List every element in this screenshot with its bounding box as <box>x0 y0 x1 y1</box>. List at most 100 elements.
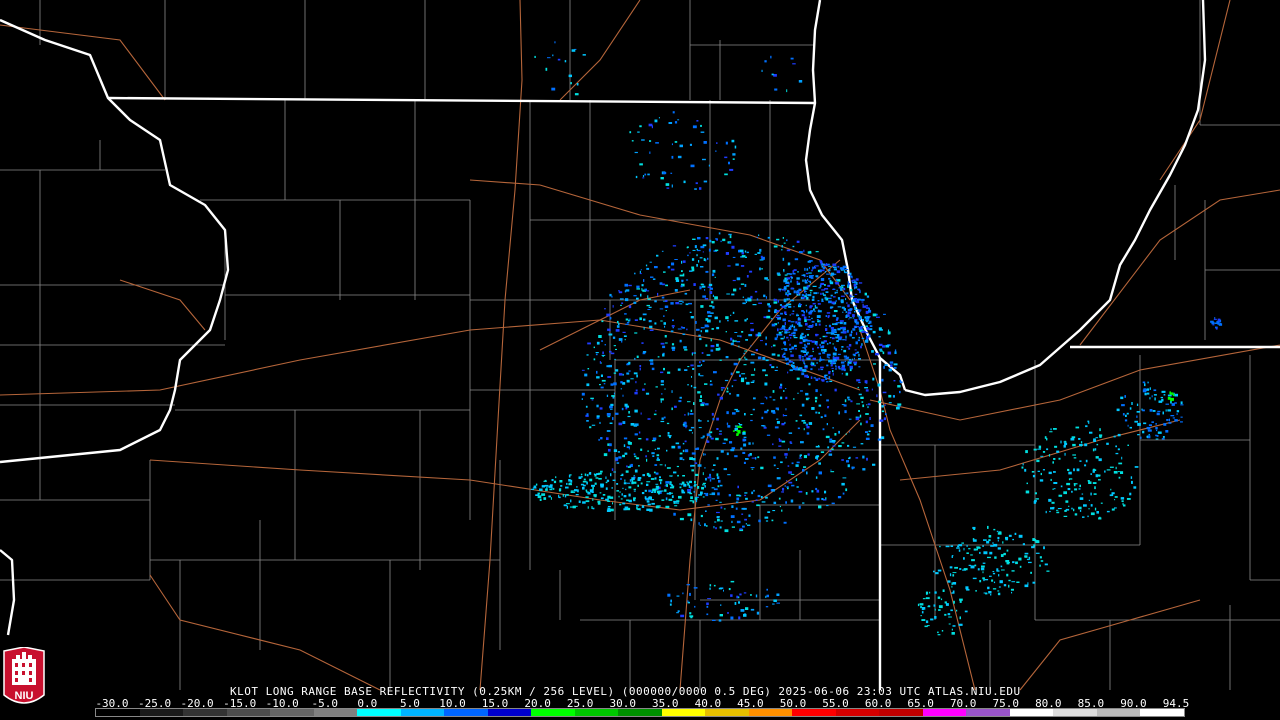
radar-echo <box>825 435 830 439</box>
radar-echo <box>727 319 729 322</box>
radar-echo <box>680 326 683 328</box>
radar-echo <box>732 256 736 258</box>
radar-echo <box>700 395 702 398</box>
scale-color-segment <box>444 709 488 716</box>
radar-echo <box>815 334 819 336</box>
radar-echo <box>855 457 859 459</box>
radar-echo <box>802 502 805 504</box>
radar-echo <box>709 305 713 307</box>
radar-echo <box>991 579 994 582</box>
radar-echo <box>696 120 699 122</box>
radar-echo <box>789 343 791 346</box>
radar-echo <box>692 125 697 129</box>
radar-echo <box>771 346 773 348</box>
radar-echo <box>831 330 836 333</box>
radar-echo <box>878 336 881 338</box>
radar-echo <box>691 432 693 434</box>
radar-echo <box>1087 480 1090 482</box>
radar-echo <box>613 449 618 452</box>
radar-echo <box>622 394 624 397</box>
radar-echo <box>731 139 735 143</box>
radar-echo <box>723 468 727 471</box>
radar-echo <box>830 306 834 308</box>
radar-echo <box>637 484 639 487</box>
radar-echo <box>776 593 780 596</box>
radar-echo <box>737 433 739 436</box>
radar-echo <box>824 284 826 286</box>
radar-echo <box>806 275 809 277</box>
radar-echo <box>1136 415 1138 418</box>
radar-echo <box>812 302 816 305</box>
radar-echo <box>780 396 783 400</box>
radar-echo <box>929 591 931 594</box>
radar-echo <box>621 302 624 304</box>
radar-echo <box>992 542 994 544</box>
radar-echo <box>664 388 666 390</box>
radar-echo <box>615 457 619 460</box>
radar-echo <box>705 237 709 240</box>
radar-echo <box>837 265 840 268</box>
radar-echo <box>784 322 786 325</box>
radar-echo <box>626 379 630 383</box>
radar-echo <box>806 309 808 313</box>
radar-echo <box>658 490 662 492</box>
radar-echo <box>826 332 831 334</box>
radar-echo <box>680 285 683 288</box>
radar-echo <box>855 332 858 336</box>
radar-echo <box>798 80 803 83</box>
radar-echo <box>734 602 737 605</box>
radar-echo <box>772 390 775 393</box>
radar-echo <box>947 613 951 616</box>
radar-echo <box>884 364 888 366</box>
radar-echo <box>825 315 828 317</box>
radar-echo <box>606 365 610 368</box>
radar-echo <box>671 495 674 498</box>
radar-echo <box>862 329 865 331</box>
radar-echo <box>854 349 857 351</box>
radar-echo <box>732 340 737 342</box>
radar-echo <box>690 164 695 168</box>
radar-echo <box>1060 485 1063 488</box>
radar-echo <box>610 383 614 386</box>
radar-echo <box>781 249 783 251</box>
radar-echo <box>743 592 747 594</box>
radar-echo <box>826 273 830 275</box>
radar-echo <box>628 361 631 365</box>
radar-echo <box>827 265 832 267</box>
scale-color-segment <box>531 709 575 716</box>
radar-echo <box>783 335 785 339</box>
radar-echo <box>718 479 721 483</box>
radar-echo <box>612 336 616 339</box>
radar-echo <box>707 319 711 323</box>
radar-echo <box>844 292 846 295</box>
radar-echo <box>784 453 788 456</box>
radar-echo <box>778 331 782 334</box>
radar-echo <box>956 547 960 549</box>
radar-echo <box>804 334 807 338</box>
radar-echo <box>679 517 684 521</box>
radar-echo <box>824 414 827 417</box>
radar-echo <box>859 414 862 418</box>
radar-echo <box>966 552 969 554</box>
radar-echo <box>818 411 820 414</box>
radar-echo <box>656 485 660 488</box>
radar-echo <box>732 158 735 160</box>
radar-echo <box>1058 457 1061 460</box>
radar-echo <box>821 269 825 272</box>
radar-echo <box>761 268 763 270</box>
radar-echo <box>815 275 818 278</box>
radar-echo <box>1028 556 1031 560</box>
radar-echo <box>854 311 856 313</box>
radar-echo <box>821 348 825 352</box>
radar-echo <box>711 492 716 496</box>
radar-echo <box>780 461 783 464</box>
radar-echo <box>1001 569 1005 571</box>
radar-echo <box>793 337 798 339</box>
radar-echo <box>1003 552 1006 556</box>
radar-echo <box>807 326 812 328</box>
radar-echo <box>815 251 819 253</box>
radar-echo <box>607 328 611 331</box>
radar-echo <box>749 270 753 273</box>
radar-echo <box>639 317 642 321</box>
radar-echo <box>1092 469 1095 473</box>
